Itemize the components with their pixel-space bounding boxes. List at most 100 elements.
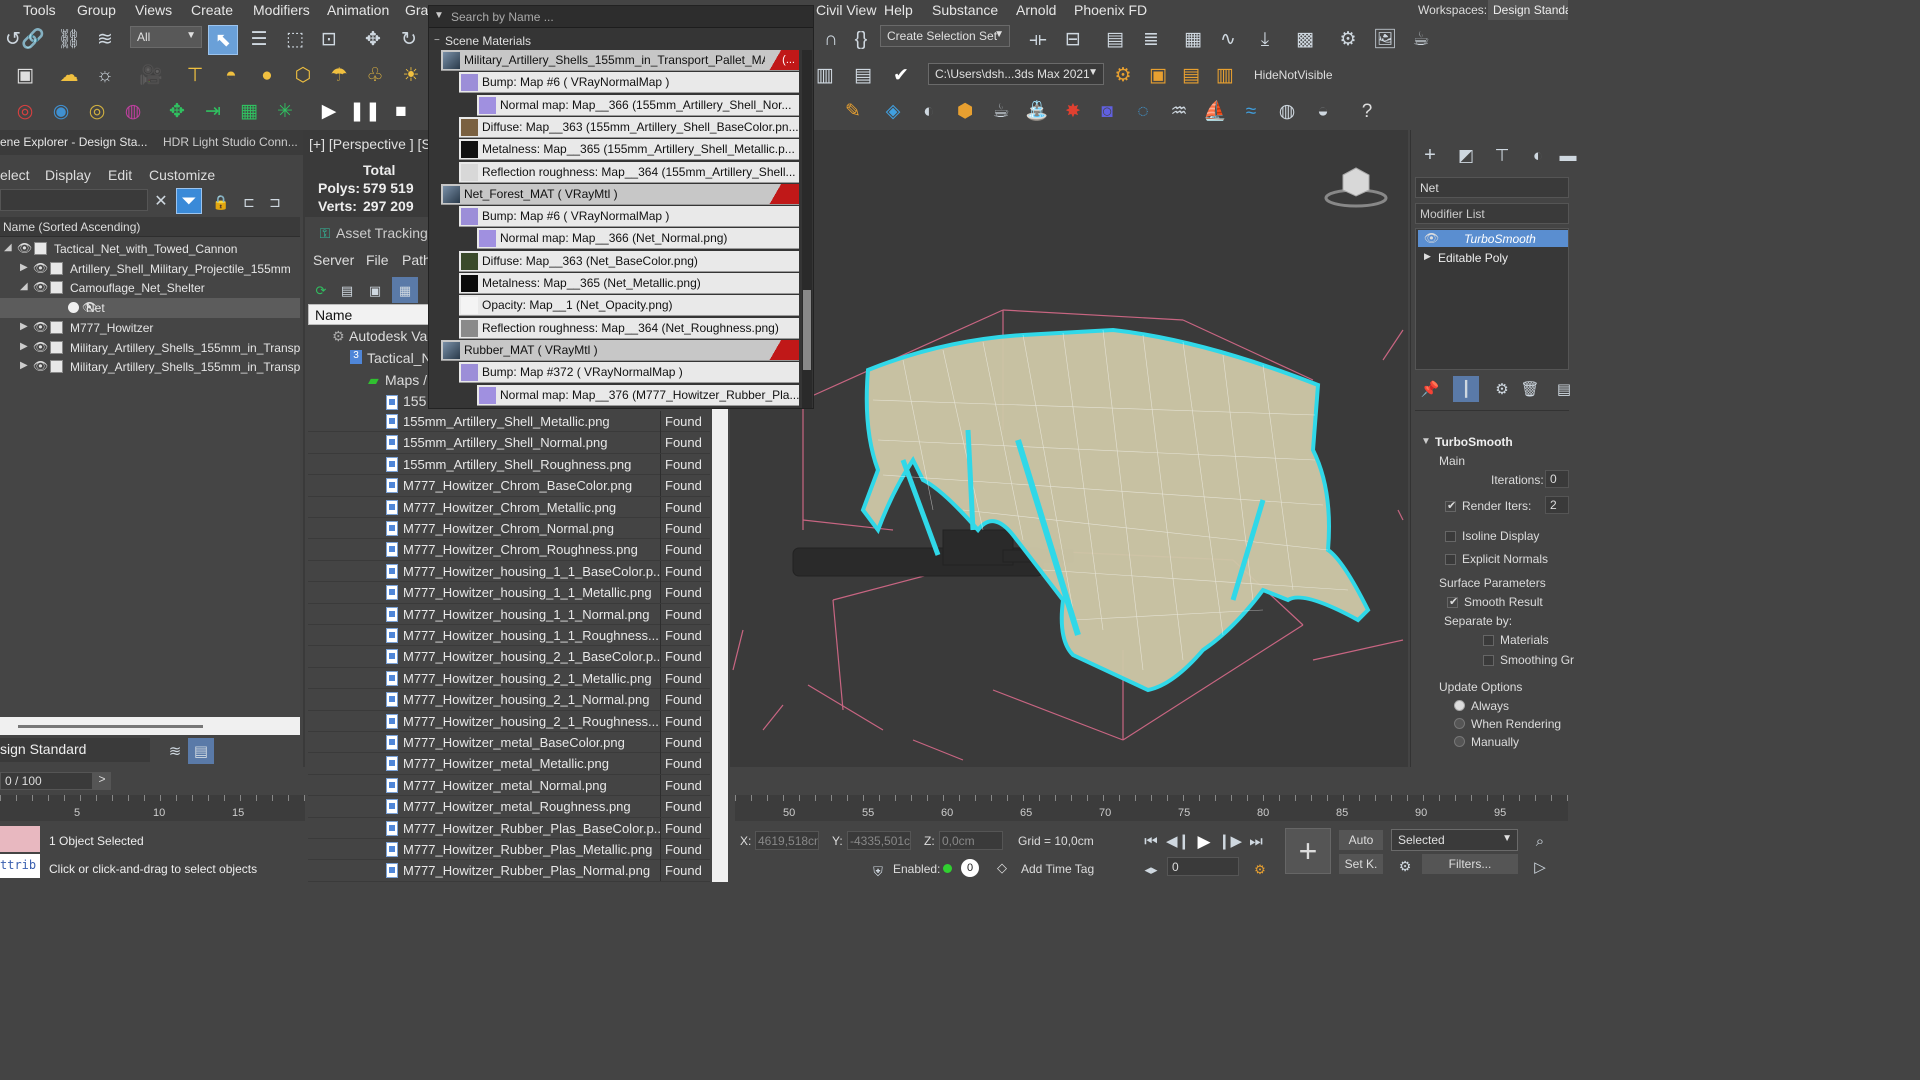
y-coord-field[interactable]: -4335,501c [847,831,911,850]
scatter-tool-icon[interactable]: ✳ [272,98,298,124]
current-frame-field[interactable]: 0 [1167,857,1239,876]
layers-icon[interactable]: ≋ [162,738,188,764]
filter-icon[interactable]: ⏷ [176,188,202,214]
phoenix-wave-icon[interactable]: ♒ [1166,98,1192,124]
thumbnail-icon[interactable]: ▣ [362,277,388,303]
menu-file[interactable]: File [366,252,389,268]
asset-row[interactable]: M777_Howitzer_Chrom_Normal.png Found [308,518,710,540]
material-scrollbar-thumb[interactable] [803,290,811,370]
lock-icon[interactable]: 🔒 [208,189,234,215]
asset-row[interactable]: M777_Howitzer_housing_1_1_Roughness.... F… [308,625,710,647]
expand-icon[interactable]: ▶ [20,360,28,371]
stack-item-turbosmooth[interactable]: 👁 TurboSmooth [1418,230,1568,247]
menu-customize[interactable]: Customize [149,167,215,183]
zoom-icon[interactable]: ⌕ [1527,828,1553,854]
asset-scrollbar[interactable] [712,407,728,882]
scene-column-header[interactable]: Name (Sorted Ascending) [0,217,300,237]
workspace-selector[interactable]: sign Standard [0,738,150,762]
menu-server[interactable]: Server [313,252,354,268]
visibility-eye-icon[interactable]: 👁 [33,320,48,334]
scene-tree-row[interactable]: ▶ 👁 Military_Artillery_Shells_155mm_in_Tra… [0,338,300,358]
hierarchy-icon[interactable]: ⊏ [236,189,262,215]
filters-button[interactable]: Filters... [1422,854,1518,874]
asset-row[interactable]: M777_Howitzer_Rubber_Plas_Metallic.png Fo… [308,839,710,861]
clear-search-icon[interactable]: ✕ [148,189,174,215]
when-rendering-radio[interactable] [1454,718,1465,729]
vray-light-icon[interactable]: ⊤ [182,62,208,88]
map-row[interactable]: Bump: Map #6 ( VRayNormalMap ) [459,206,799,228]
curve-editor-icon[interactable]: ∿ [1215,26,1241,52]
iterations-spinner[interactable]: 0 [1545,470,1569,488]
tab-scene-explorer[interactable]: ene Explorer - Design Sta... [0,135,147,149]
select-object-icon[interactable]: ⬉ [208,25,238,55]
menu-item-views[interactable]: Views [135,2,172,18]
map-row[interactable]: Reflection roughness: Map__364 (155mm_Ar… [459,161,799,183]
align-tool-icon[interactable]: ✥ [164,98,190,124]
visibility-eye-icon[interactable]: 👁 [33,359,48,373]
asset-row[interactable]: M777_Howitzer_housing_2_1_Metallic.png Fo… [308,667,710,690]
motion-tab-icon[interactable]: ◐ [1525,142,1551,168]
key-tangent-icon[interactable]: ⚙ [1392,853,1418,879]
tag-icon[interactable]: ◇ [997,860,1007,876]
window-crossing-icon[interactable]: ⊡ [316,26,342,52]
snap-icon[interactable]: ∩ [818,26,844,52]
scene-search-input[interactable] [0,189,148,211]
material-row[interactable]: Military_Artillery_Shells_155mm_in_Trans… [441,50,799,71]
make-unique-icon[interactable]: ⚙ [1489,376,1515,402]
previous-frame-icon[interactable]: ◀❙ [1165,828,1191,854]
menu-item-substance[interactable]: Substance [932,2,998,18]
render-setup-icon[interactable]: ⚙ [1335,26,1361,52]
move-icon[interactable]: ✥ [360,26,386,52]
pause-icon[interactable]: ❚❚ [349,98,381,124]
align-icon[interactable]: ⊟ [1060,26,1086,52]
rendered-frame-icon[interactable]: 🖼 [1372,26,1398,52]
asset-row[interactable]: 155mm_Artillery_Shell_Roughness.png Found [308,453,710,476]
folder-open-icon[interactable]: ▤ [1178,62,1204,88]
map-row[interactable]: Diffuse: Map__363 (155mm_Artillery_Shell… [459,116,799,138]
menu-item-gra[interactable]: Gra [405,2,428,18]
visibility-eye-icon[interactable]: 👁 [33,280,48,294]
create-tab-icon[interactable]: + [1417,142,1443,168]
phoenix-smoke-icon[interactable]: ◐ [916,98,942,124]
arrow-tool-icon[interactable]: ⇥ [200,98,226,124]
rectangular-selection-icon[interactable]: ⬚ [282,26,308,52]
schematic-view-icon[interactable]: ⤓ [1252,26,1278,52]
menu-item-civil-view[interactable]: Civil View [816,2,876,18]
map-row[interactable]: Opacity: Map__1 (Net_Opacity.png) [459,295,799,317]
phoenix-coffee-icon[interactable]: ☕ [988,98,1014,124]
asset-tree-maxfile[interactable]: Tactical_N [367,350,432,366]
vray-render-icon[interactable]: ◎ [12,98,38,124]
viewcube-icon[interactable] [1323,160,1388,210]
set-key-button[interactable]: Set K. [1339,854,1383,874]
asset-row[interactable]: M777_Howitzer_housing_1_1_Normal.png Foun… [308,603,710,625]
map-row[interactable]: Bump: Map #372 ( VRayNormalMap ) [459,362,799,384]
asset-row[interactable]: M777_Howitzer_Chrom_BaseColor.png Found [308,475,710,497]
expand-icon[interactable]: ◢ [20,281,28,292]
phoenix-disc-icon[interactable]: ◒ [1310,98,1336,124]
stack-item-editable-poly[interactable]: ▶ Editable Poly [1418,249,1568,266]
refresh-icon[interactable]: ⟳ [308,277,334,303]
shield-icon[interactable]: ⛨ [865,858,891,884]
next-key-icon[interactable]: ❙▶ [1217,828,1243,854]
phoenix-fire-icon[interactable]: ◈ [880,98,906,124]
scene-tree-row[interactable]: ▶ 👁 Artillery_Shell_Military_Projectile_15… [0,259,300,279]
next-frame-icon[interactable]: > [93,772,111,790]
bind-spacewarp-icon[interactable]: ≋ [92,26,118,52]
rollout-collapse-icon[interactable]: ▼ [1421,436,1431,447]
always-radio[interactable] [1454,700,1465,711]
link-icon[interactable]: 🔗 [20,26,46,52]
asset-tree-maps[interactable]: Maps / [385,372,427,388]
asset-row[interactable]: M777_Howitzer_metal_Normal.png Found [308,774,710,797]
explicit-normals-checkbox[interactable] [1445,554,1456,565]
pin-stack-icon[interactable]: 📌 [1417,376,1443,402]
smooth-result-checkbox[interactable]: ✔ [1447,596,1458,608]
render-production-icon[interactable]: ☕ [1408,26,1434,52]
camera-icon[interactable]: 🎥 [138,62,164,88]
key-mode-icon[interactable]: ◂▸ [1138,856,1164,882]
scene-tree-row[interactable]: ▶ 👁 Military_Artillery_Shells_155mm_in_Tra… [0,357,300,377]
time-config-icon[interactable]: ⚙ [1247,856,1273,882]
menu-item-modifiers[interactable]: Modifiers [253,2,310,18]
asset-row[interactable]: M777_Howitzer_housing_2_1_BaseColor.p...… [308,646,710,668]
hierarchy-tab-icon[interactable]: ⊤ [1489,142,1515,168]
render-iters-spinner[interactable]: 2 [1545,496,1569,514]
